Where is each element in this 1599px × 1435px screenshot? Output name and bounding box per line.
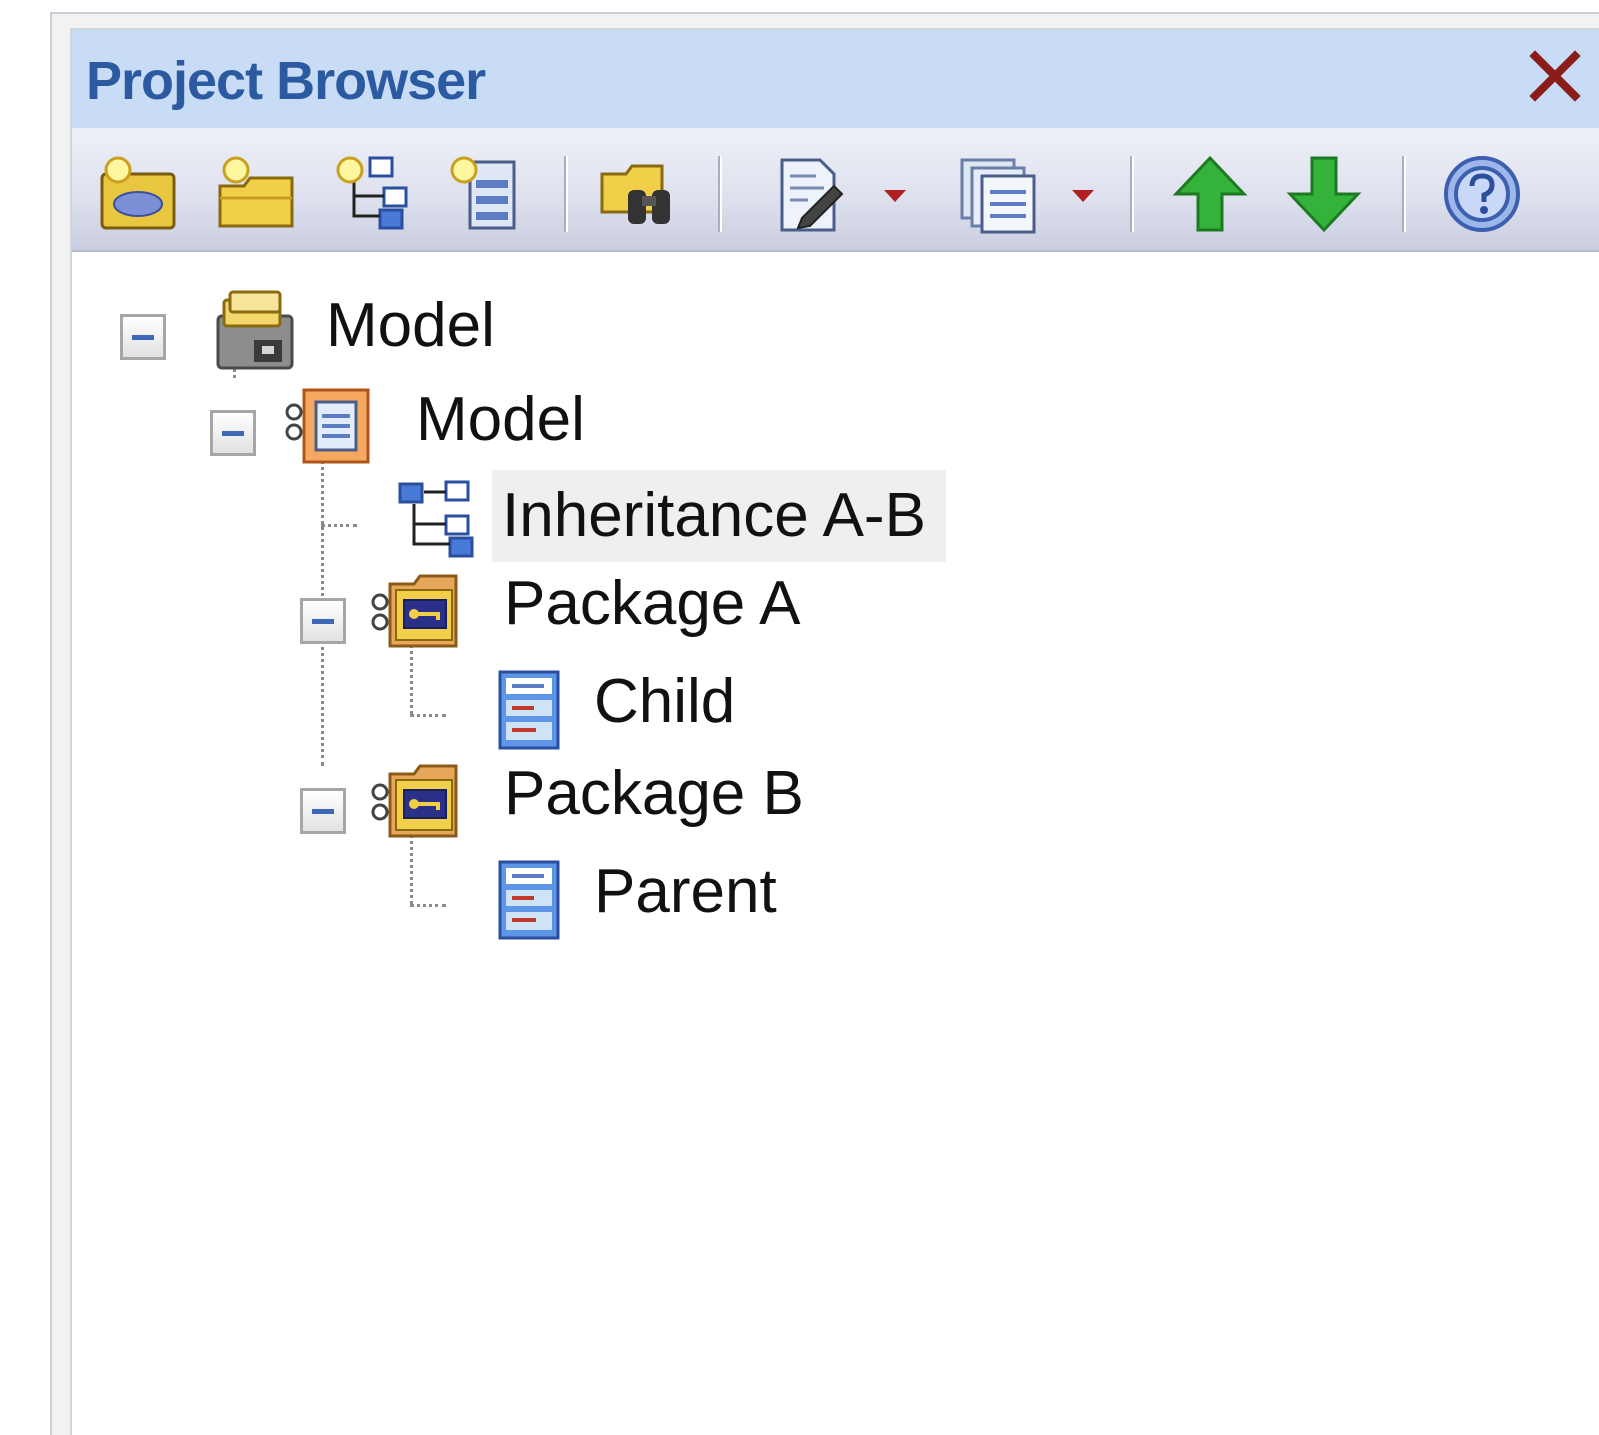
documentation-dropdown[interactable]	[880, 180, 910, 210]
binoculars-icon	[600, 164, 670, 224]
tree-item-package-a[interactable]: Package A	[72, 566, 972, 654]
tree-item-label: Child	[594, 667, 736, 736]
model-package-icon	[285, 388, 370, 464]
move-up-button[interactable]	[1168, 152, 1252, 236]
class-element-icon	[498, 860, 560, 940]
tree-item-child[interactable]: Child	[72, 660, 972, 750]
class-diagram-icon	[398, 480, 474, 558]
tree-item-package-b[interactable]: Package B	[72, 756, 972, 844]
tree-item-label: Model	[416, 385, 585, 454]
tree-item-inheritance-diagram[interactable]: Inheritance A-B	[72, 470, 972, 562]
collapse-toggle[interactable]	[120, 314, 166, 360]
package-control-dropdown[interactable]	[1068, 180, 1098, 210]
document-edit-icon	[780, 158, 844, 232]
package-folder-icon	[371, 574, 458, 648]
new-diagram-button[interactable]	[330, 152, 414, 236]
documentation-button[interactable]	[768, 152, 852, 236]
collapse-toggle[interactable]	[210, 410, 256, 456]
collapse-toggle[interactable]	[300, 788, 346, 834]
new-model-button[interactable]	[96, 152, 180, 236]
project-browser-window: Project Browser Model Model Inheritance …	[70, 28, 1599, 1435]
toolbar	[72, 128, 1599, 252]
find-button[interactable]	[598, 152, 682, 236]
toolbar-separator	[1130, 156, 1134, 232]
window-title: Project Browser	[86, 51, 486, 111]
help-icon	[1444, 156, 1520, 232]
new-element-icon	[450, 156, 516, 230]
tree-item-label: Package B	[504, 759, 804, 828]
toolbar-separator	[1402, 156, 1406, 232]
tree-item-label: Inheritance A-B	[492, 470, 946, 562]
title-bar: Project Browser	[72, 30, 1599, 128]
class-element-icon	[498, 670, 560, 750]
chevron-down-icon	[884, 190, 906, 202]
new-model-icon	[100, 156, 176, 230]
package-folder-icon	[371, 764, 458, 838]
tree-item-parent[interactable]: Parent	[72, 850, 972, 940]
new-element-button[interactable]	[444, 152, 528, 236]
tree-item-label: Parent	[594, 857, 777, 926]
tree-item-label: Package A	[504, 569, 801, 638]
arrow-down-icon	[1286, 156, 1362, 233]
new-diagram-icon	[336, 156, 408, 230]
tree-item-model-root[interactable]: Model	[72, 286, 972, 374]
tree-item-model-package[interactable]: Model	[72, 378, 972, 466]
stacked-docs-icon	[960, 158, 1036, 234]
help-button[interactable]	[1440, 152, 1524, 236]
project-browser-panel: Project Browser Model Model Inheritance …	[50, 12, 1599, 1435]
tree-item-label: Model	[326, 291, 495, 360]
close-icon[interactable]	[1525, 46, 1585, 106]
project-tree: Model Model Inheritance A-B Package A Ch…	[72, 252, 1599, 1435]
package-control-button[interactable]	[956, 152, 1040, 236]
new-package-icon	[218, 156, 294, 228]
move-down-button[interactable]	[1282, 152, 1366, 236]
toolbar-separator	[564, 156, 568, 232]
toolbar-separator	[718, 156, 722, 232]
database-root-icon	[216, 290, 294, 370]
new-package-button[interactable]	[214, 152, 298, 236]
arrow-up-icon	[1172, 155, 1248, 232]
collapse-toggle[interactable]	[300, 598, 346, 644]
chevron-down-icon	[1072, 190, 1094, 202]
